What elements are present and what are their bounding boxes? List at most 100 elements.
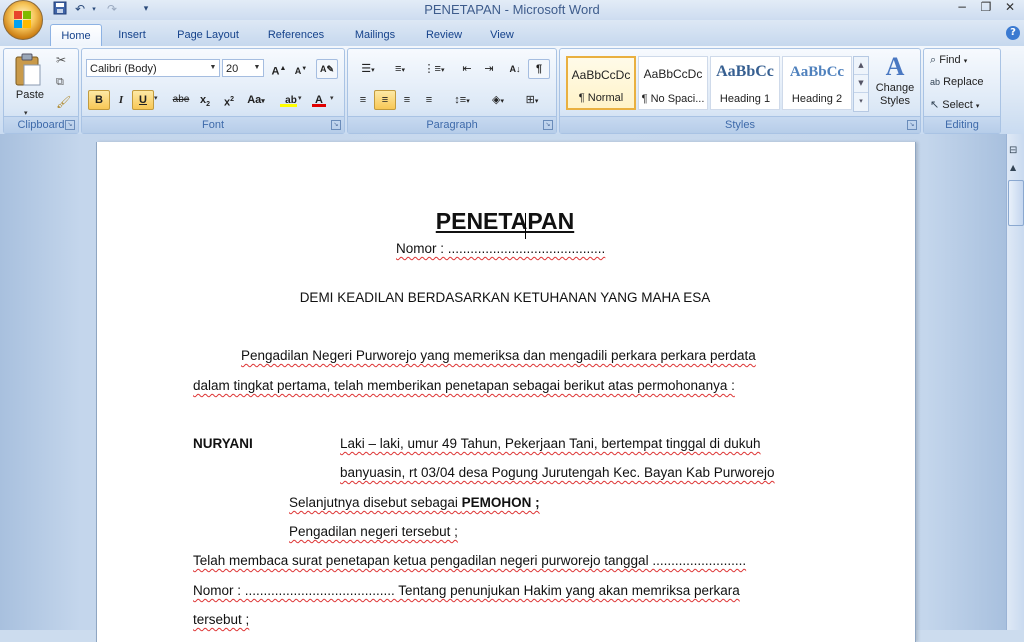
- paragraph-1-line-2[interactable]: dalam tingkat pertama, telah memberikan …: [193, 378, 735, 393]
- tab-mailings[interactable]: Mailings: [344, 24, 406, 46]
- sort-icon[interactable]: A↓: [504, 59, 526, 79]
- style-heading-1-preview: AaBbCc: [716, 63, 774, 80]
- close-button[interactable]: ✕: [999, 0, 1021, 16]
- tersebut-line[interactable]: tersebut ;: [193, 612, 249, 627]
- superscript-button[interactable]: x2: [218, 90, 240, 110]
- office-button[interactable]: [3, 0, 43, 40]
- align-center-icon[interactable]: ≡: [374, 90, 396, 110]
- replace-label: Replace: [943, 76, 984, 88]
- show-hide-marks-icon[interactable]: ¶: [528, 59, 550, 79]
- borders-icon[interactable]: ⊞▾: [516, 90, 548, 110]
- scroll-up-icon[interactable]: ▲: [854, 57, 868, 74]
- justify-icon[interactable]: ≡: [418, 90, 440, 110]
- tab-home[interactable]: Home: [50, 24, 102, 47]
- pengadilan-line[interactable]: Pengadilan negeri tersebut ;: [289, 524, 458, 539]
- selanjutnya-line[interactable]: Selanjutnya disebut sebagai PEMOHON ;: [289, 495, 540, 510]
- decrease-indent-icon[interactable]: ⇤: [456, 59, 478, 79]
- scroll-up-icon[interactable]: ▲: [1010, 163, 1016, 172]
- view-ruler-icon[interactable]: ⊟: [1009, 145, 1017, 156]
- style-normal-name: ¶ Normal: [578, 92, 624, 104]
- font-color-dropdown-icon[interactable]: ▾: [330, 94, 334, 102]
- subscript-button[interactable]: x2: [194, 90, 216, 110]
- paragraph-group: ☰▾ ≡▾ ⋮≡▾ ⇤ ⇥ A↓ ¶ ≡ ≡ ≡ ≡ ↕≡▾ ◈▾ ⊞▾ Par…: [347, 48, 557, 134]
- find-button[interactable]: ⌕ Find ▾: [930, 54, 967, 67]
- copy-icon[interactable]: ⧉: [56, 75, 64, 89]
- shading-icon[interactable]: ◈▾: [482, 90, 514, 110]
- party-name[interactable]: NURYANI: [193, 436, 253, 451]
- bold-button[interactable]: B: [88, 90, 110, 110]
- increase-indent-icon[interactable]: ⇥: [478, 59, 500, 79]
- styles-launcher-icon[interactable]: ↘: [907, 120, 917, 130]
- party-detail-line-2[interactable]: banyuasin, rt 03/04 desa Pogung Juruteng…: [340, 465, 775, 480]
- paragraph-1-line-1[interactable]: Pengadilan Negeri Purworejo yang memerik…: [241, 348, 756, 363]
- strikethrough-button[interactable]: abe: [168, 90, 194, 110]
- style-no-spacing[interactable]: AaBbCcDc ¶ No Spaci...: [638, 56, 708, 110]
- nomor-line[interactable]: Nomor : ................................…: [396, 241, 605, 256]
- replace-button[interactable]: ab Replace: [930, 76, 983, 88]
- party-detail-text-a: Laki – laki, umur 49 Tahun, Pekerjaan Ta…: [340, 436, 761, 451]
- font-color-button[interactable]: A: [308, 90, 330, 110]
- tab-view[interactable]: View: [480, 24, 524, 46]
- font-group: Calibri (Body) ▼ 20 ▼ A▲ A▼ A✎ B I U ▾ a…: [81, 48, 345, 134]
- grow-font-icon[interactable]: A▲: [268, 59, 290, 79]
- style-heading-2[interactable]: AaBbCc Heading 2: [782, 56, 852, 110]
- font-name-combo[interactable]: Calibri (Body) ▼: [86, 59, 220, 77]
- change-case-button[interactable]: Aa▾: [242, 90, 270, 110]
- clipboard-launcher-icon[interactable]: ↘: [65, 120, 75, 130]
- customize-qat-icon[interactable]: ▾: [138, 1, 154, 17]
- style-normal[interactable]: AaBbCcDc ¶ Normal: [566, 56, 636, 110]
- font-group-label: Font: [82, 116, 344, 133]
- format-painter-icon[interactable]: 🖌: [56, 95, 71, 109]
- help-icon[interactable]: ?: [1006, 26, 1020, 40]
- tab-review[interactable]: Review: [416, 24, 472, 46]
- text-cursor: [525, 213, 526, 239]
- scroll-down-icon[interactable]: ▼: [854, 74, 868, 92]
- document-heading[interactable]: PENETAPAN: [96, 208, 914, 235]
- styles-scroll[interactable]: ▲ ▼ ▾: [853, 56, 869, 112]
- telah-membaca-line[interactable]: Telah membaca surat penetapan ketua peng…: [193, 553, 746, 568]
- highlight-dropdown-icon[interactable]: ▾: [298, 94, 302, 102]
- italic-button[interactable]: I: [110, 90, 132, 110]
- bullets-icon[interactable]: ☰▾: [352, 59, 384, 79]
- editing-group: ⌕ Find ▾ ab Replace ↖ Select ▾ Editing: [923, 48, 1001, 134]
- tab-page-layout[interactable]: Page Layout: [168, 24, 248, 46]
- numbering-icon[interactable]: ≡▾: [384, 59, 416, 79]
- party-detail-line-1[interactable]: Laki – laki, umur 49 Tahun, Pekerjaan Ta…: [340, 436, 761, 451]
- restore-button[interactable]: ❐: [975, 0, 997, 16]
- align-left-icon[interactable]: ≡: [352, 90, 374, 110]
- undo-dropdown-icon[interactable]: ▾: [86, 1, 102, 17]
- style-heading-1[interactable]: AaBbCc Heading 1: [710, 56, 780, 110]
- font-size-combo[interactable]: 20 ▼: [222, 59, 264, 77]
- underline-button[interactable]: U: [132, 90, 154, 110]
- more-styles-icon[interactable]: ▾: [854, 92, 868, 110]
- align-right-icon[interactable]: ≡: [396, 90, 418, 110]
- multilevel-list-icon[interactable]: ⋮≡▾: [418, 59, 450, 79]
- font-launcher-icon[interactable]: ↘: [331, 120, 341, 130]
- redo-icon[interactable]: ↷: [104, 1, 120, 17]
- style-normal-preview: AaBbCcDc: [571, 68, 631, 82]
- underline-dropdown-icon[interactable]: ▾: [154, 94, 158, 102]
- tab-insert[interactable]: Insert: [108, 24, 156, 46]
- nomor-tentang-line[interactable]: Nomor : ................................…: [193, 583, 740, 598]
- party-detail-text-b: banyuasin, rt 03/04 desa Pogung Juruteng…: [340, 465, 775, 480]
- save-icon[interactable]: [52, 1, 68, 17]
- scrollbar-thumb[interactable]: [1008, 180, 1024, 226]
- paste-label[interactable]: Paste: [8, 89, 52, 101]
- cut-icon[interactable]: ✂: [56, 53, 66, 67]
- office-logo-icon: [14, 11, 32, 29]
- select-button[interactable]: ↖ Select ▾: [930, 98, 979, 111]
- paste-icon[interactable]: [12, 53, 44, 89]
- tab-references[interactable]: References: [258, 24, 334, 46]
- minimize-button[interactable]: −: [951, 0, 973, 16]
- line-spacing-icon[interactable]: ↕≡▾: [446, 90, 478, 110]
- change-styles-button[interactable]: A Change Styles: [874, 52, 916, 112]
- clear-formatting-icon[interactable]: A✎: [316, 59, 338, 79]
- nomor-tentang-text: Nomor : ................................…: [193, 583, 740, 598]
- style-heading-2-preview: AaBbCc: [789, 64, 845, 80]
- paragraph-launcher-icon[interactable]: ↘: [543, 120, 553, 130]
- shrink-font-icon[interactable]: A▼: [290, 59, 312, 79]
- chevron-down-icon: ▼: [209, 64, 217, 71]
- telah-membaca-text: Telah membaca surat penetapan ketua peng…: [193, 553, 747, 568]
- change-styles-icon: A: [885, 52, 905, 81]
- demi-keadilan-line[interactable]: DEMI KEADILAN BERDASARKAN KETUHANAN YANG…: [96, 290, 914, 305]
